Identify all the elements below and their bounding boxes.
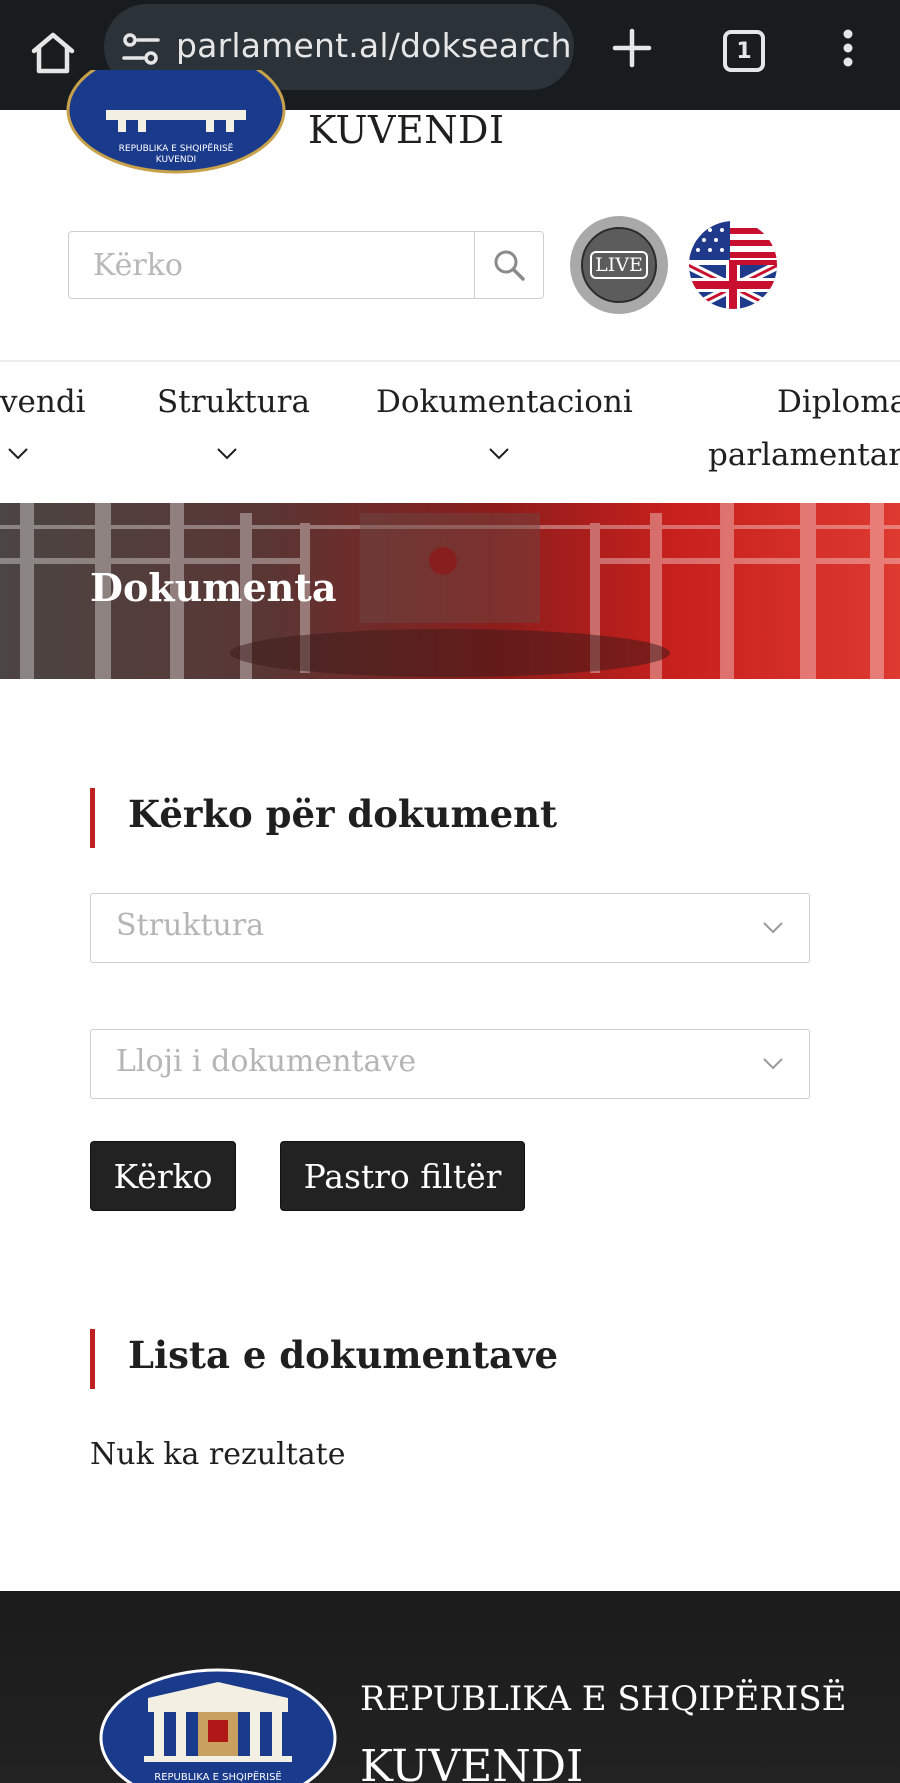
search-button[interactable]	[474, 232, 543, 298]
site-settings-icon[interactable]	[122, 32, 160, 66]
new-tab-icon[interactable]	[612, 28, 652, 68]
live-badge: LIVE	[581, 227, 657, 303]
logo-subtext: KUVENDI	[156, 155, 196, 165]
nav-item-diplomacia[interactable]: Diploma	[777, 384, 900, 420]
logo-text: REPUBLIKA E SHQIPËRISË	[119, 143, 234, 154]
document-type-select[interactable]: Lloji i dokumentave	[90, 1029, 810, 1099]
search-input[interactable]	[69, 232, 474, 298]
live-button[interactable]: LIVE	[570, 216, 668, 314]
search-icon	[494, 250, 525, 281]
more-icon[interactable]	[838, 28, 858, 68]
search-section-title: Kërko për dokument	[128, 792, 558, 836]
english-language-flag-icon[interactable]	[688, 220, 778, 310]
site-footer: REPUBLIKA E SHQIPËRISË REPUBLIKA E SHQIP…	[0, 1591, 900, 1783]
chevron-down-icon[interactable]	[8, 448, 28, 460]
nav-item-kuvendi[interactable]: vendi	[0, 384, 86, 420]
chevron-down-icon	[763, 1058, 783, 1070]
footer-kuvendi-logo[interactable]: REPUBLIKA E SHQIPËRISË	[98, 1668, 338, 1783]
nav-item-struktura[interactable]: Struktura	[157, 384, 310, 420]
structure-select[interactable]: Struktura	[90, 893, 810, 963]
tabs-icon[interactable]: 1	[723, 30, 765, 72]
structure-select-placeholder: Struktura	[116, 908, 265, 943]
section-accent-bar	[90, 1329, 95, 1389]
page-banner: Dokumenta	[0, 503, 900, 679]
chevron-down-icon	[763, 922, 783, 934]
document-type-select-placeholder: Lloji i dokumentave	[116, 1044, 417, 1079]
footer-logo-text: REPUBLIKA E SHQIPËRISË	[154, 1770, 282, 1783]
footer-institution-name: KUVENDI	[360, 1741, 584, 1783]
clear-filter-button[interactable]: Pastro filtër	[280, 1141, 525, 1211]
chevron-down-icon[interactable]	[489, 448, 509, 460]
search-submit-button[interactable]: Kërko	[90, 1141, 236, 1211]
nav-item-diplomacia-line2[interactable]: parlamentare	[708, 437, 900, 473]
no-results-text: Nuk ka rezultate	[90, 1437, 346, 1472]
url-text[interactable]: parlament.al/doksearch	[176, 26, 572, 65]
nav-item-dokumentacioni[interactable]: Dokumentacioni	[376, 384, 633, 420]
section-accent-bar	[90, 788, 95, 848]
tab-count: 1	[736, 38, 752, 64]
site-name: KUVENDI	[308, 108, 505, 152]
chevron-down-icon[interactable]	[217, 448, 237, 460]
live-label: LIVE	[590, 251, 648, 279]
kuvendi-logo[interactable]: REPUBLIKA E SHQIPËRISË KUVENDI	[66, 70, 286, 175]
header-divider	[0, 360, 900, 362]
footer-country-name: REPUBLIKA E SHQIPËRISË	[360, 1679, 847, 1719]
site-search	[68, 231, 544, 299]
results-section-title: Lista e dokumentave	[128, 1333, 559, 1377]
page-title: Dokumenta	[90, 565, 337, 610]
